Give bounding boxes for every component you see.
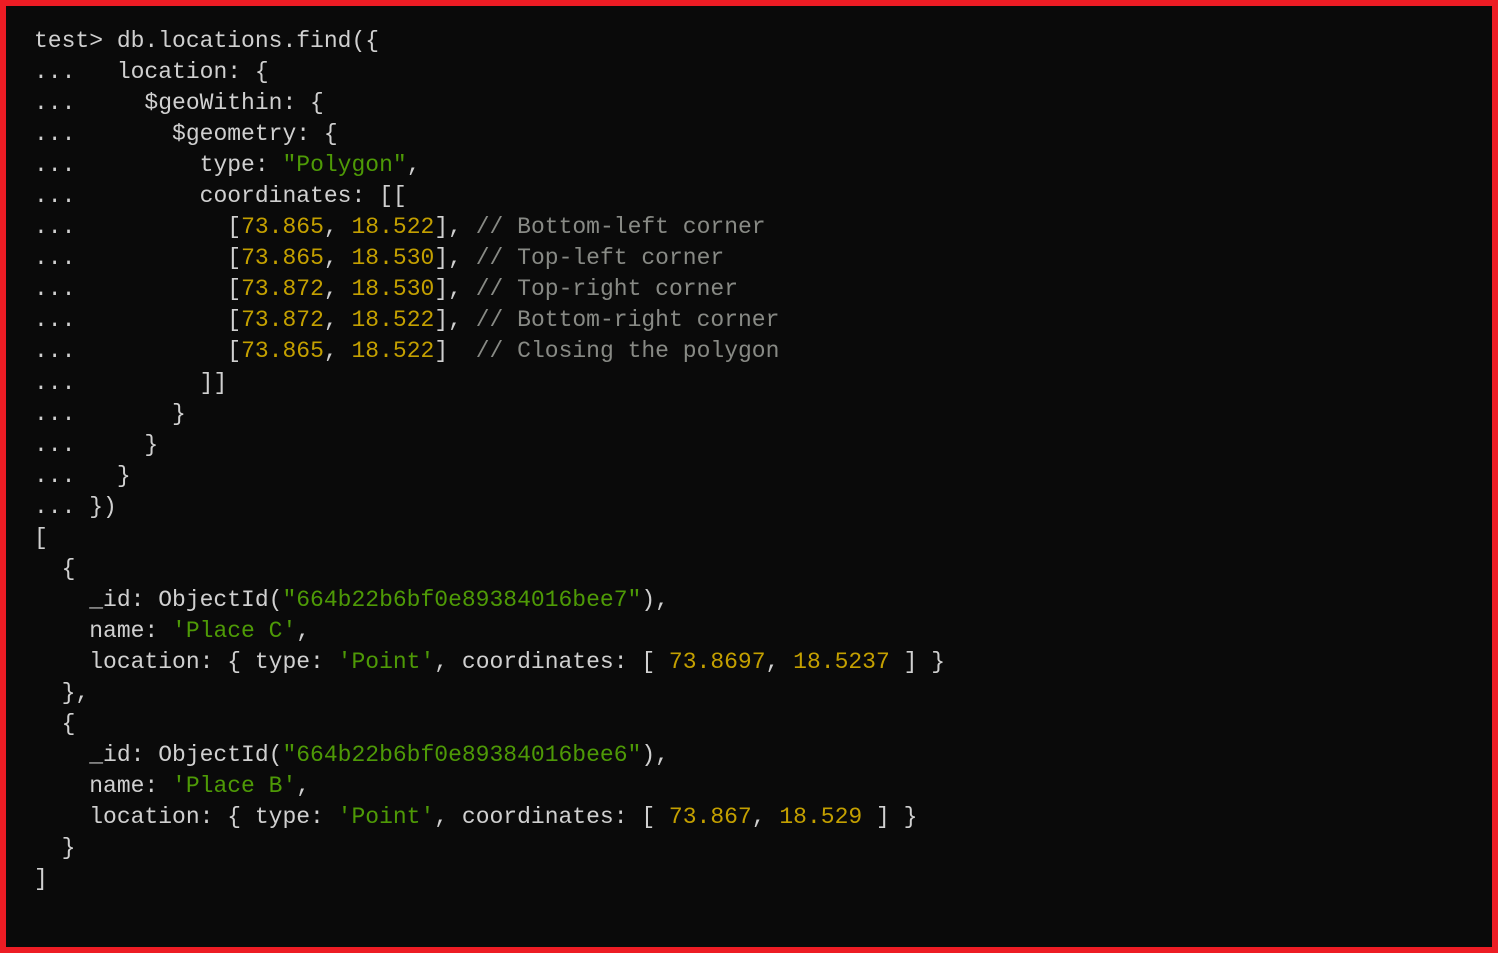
- query-line: coordinates: [[: [75, 183, 406, 209]
- latitude: 18.5237: [793, 649, 890, 675]
- query-line: $geoWithin: {: [75, 90, 323, 116]
- number-literal: 73.872: [241, 276, 324, 302]
- continuation-dots: ...: [34, 276, 75, 302]
- result-open: {: [34, 556, 75, 582]
- coord-indent: [: [75, 214, 241, 240]
- query-line: }: [75, 401, 185, 427]
- query-line: location: {: [75, 59, 268, 85]
- object-id: "664b22b6bf0e89384016bee7": [282, 587, 641, 613]
- continuation-dots: ...: [34, 494, 75, 520]
- query-line: type:: [75, 152, 282, 178]
- longitude: 73.8697: [669, 649, 766, 675]
- place-name: 'Place B': [172, 773, 296, 799]
- coord-indent: [: [75, 276, 241, 302]
- coord-indent: [: [75, 307, 241, 333]
- result-open: {: [34, 711, 75, 737]
- result-close: }: [34, 835, 75, 861]
- result-close: },: [34, 680, 89, 706]
- comment: // Bottom-left corner: [476, 214, 766, 240]
- continuation-dots: ...: [34, 121, 75, 147]
- number-literal: 18.522: [352, 338, 435, 364]
- number-literal: 73.865: [241, 338, 324, 364]
- number-literal: 18.522: [352, 307, 435, 333]
- continuation-dots: ...: [34, 214, 75, 240]
- continuation-dots: ...: [34, 338, 75, 364]
- location-label: location: { type:: [34, 649, 338, 675]
- string-literal: "Polygon": [282, 152, 406, 178]
- place-name: 'Place C': [172, 618, 296, 644]
- query-line: }): [75, 494, 116, 520]
- output-bracket: ]: [34, 866, 48, 892]
- number-literal: 18.530: [352, 245, 435, 271]
- query-line: db.locations.find({: [117, 28, 379, 54]
- number-literal: 73.872: [241, 307, 324, 333]
- comment: // Closing the polygon: [476, 338, 780, 364]
- number-literal: 73.865: [241, 245, 324, 271]
- number-literal: 18.530: [352, 276, 435, 302]
- geo-type: 'Point': [338, 649, 435, 675]
- coord-indent: [: [75, 338, 241, 364]
- comment: // Bottom-right corner: [476, 307, 780, 333]
- object-id: "664b22b6bf0e89384016bee6": [282, 742, 641, 768]
- name-label: name:: [34, 773, 172, 799]
- id-label: _id: ObjectId(: [34, 742, 282, 768]
- continuation-dots: ...: [34, 183, 75, 209]
- continuation-dots: ...: [34, 90, 75, 116]
- continuation-dots: ...: [34, 152, 75, 178]
- continuation-dots: ...: [34, 401, 75, 427]
- number-literal: 73.865: [241, 214, 324, 240]
- name-label: name:: [34, 618, 172, 644]
- continuation-dots: ...: [34, 59, 75, 85]
- terminal-output[interactable]: test> db.locations.find({ ... location: …: [34, 26, 1464, 895]
- query-line: $geometry: {: [75, 121, 337, 147]
- query-line: ]]: [75, 370, 227, 396]
- shell-prompt: test>: [34, 28, 103, 54]
- continuation-dots: ...: [34, 463, 75, 489]
- geo-type: 'Point': [338, 804, 435, 830]
- location-label: location: { type:: [34, 804, 338, 830]
- continuation-dots: ...: [34, 370, 75, 396]
- comment: // Top-right corner: [476, 276, 738, 302]
- continuation-dots: ...: [34, 307, 75, 333]
- output-bracket: [: [34, 525, 48, 551]
- latitude: 18.529: [779, 804, 862, 830]
- continuation-dots: ...: [34, 432, 75, 458]
- number-literal: 18.522: [352, 214, 435, 240]
- coord-indent: [: [75, 245, 241, 271]
- id-label: _id: ObjectId(: [34, 587, 282, 613]
- longitude: 73.867: [669, 804, 752, 830]
- query-line: }: [75, 463, 130, 489]
- continuation-dots: ...: [34, 245, 75, 271]
- comment: // Top-left corner: [476, 245, 724, 271]
- query-line: }: [75, 432, 158, 458]
